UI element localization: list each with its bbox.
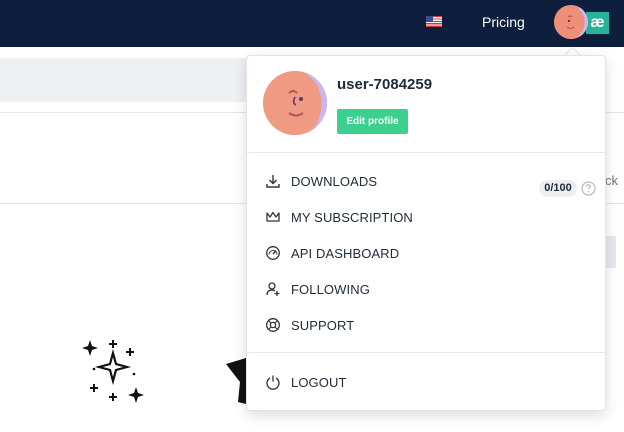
user-plus-icon <box>266 282 280 296</box>
avatar-face-icon <box>554 5 588 39</box>
user-avatar-button[interactable] <box>554 5 588 39</box>
menu-item-subscription[interactable]: MY SUBSCRIPTION <box>247 199 605 235</box>
star-illustration-icon <box>226 358 246 404</box>
lifebuoy-icon <box>266 318 280 332</box>
sparkles-icon <box>82 340 144 403</box>
downloads-count-badge: 0/100 <box>539 180 577 197</box>
menu-item-support[interactable]: SUPPORT <box>247 307 605 343</box>
menu-item-label: API DASHBOARD <box>291 246 400 261</box>
gauge-icon <box>266 246 280 260</box>
dropdown-divider <box>247 352 605 353</box>
menu-item-api-dashboard[interactable]: API DASHBOARD <box>247 235 605 271</box>
menu-item-label: MY SUBSCRIPTION <box>291 210 413 225</box>
power-icon <box>266 375 280 390</box>
logout-label: LOGOUT <box>291 375 347 390</box>
flag-canton <box>426 16 433 22</box>
us-flag-icon[interactable] <box>426 16 442 27</box>
dropdown-divider <box>247 152 605 153</box>
menu-item-downloads[interactable]: DOWNLOADS 0/100 <box>247 163 605 199</box>
menu-item-label: DOWNLOADS <box>291 174 378 189</box>
username: user-7084259 <box>337 76 433 93</box>
edit-profile-button[interactable]: Edit profile <box>337 109 408 134</box>
profile-avatar <box>263 71 327 135</box>
menu-item-label: SUPPORT <box>291 318 355 333</box>
avatar-face-icon <box>263 71 327 135</box>
menu-item-label: FOLLOWING <box>291 282 370 297</box>
help-icon[interactable] <box>581 181 596 196</box>
pricing-link[interactable]: Pricing <box>482 14 525 30</box>
crown-icon <box>266 211 280 222</box>
download-icon <box>266 175 280 188</box>
menu-item-following[interactable]: FOLLOWING <box>247 271 605 307</box>
profile-dropdown: user-7084259 Edit profile DOWNLOADS 0/10… <box>246 55 606 411</box>
background-partial-text: ck <box>605 173 618 188</box>
top-navbar: Pricing æ <box>0 0 624 47</box>
secondary-bar <box>0 58 246 102</box>
brand-badge[interactable]: æ <box>586 12 609 34</box>
logout-button[interactable]: LOGOUT <box>247 364 605 400</box>
